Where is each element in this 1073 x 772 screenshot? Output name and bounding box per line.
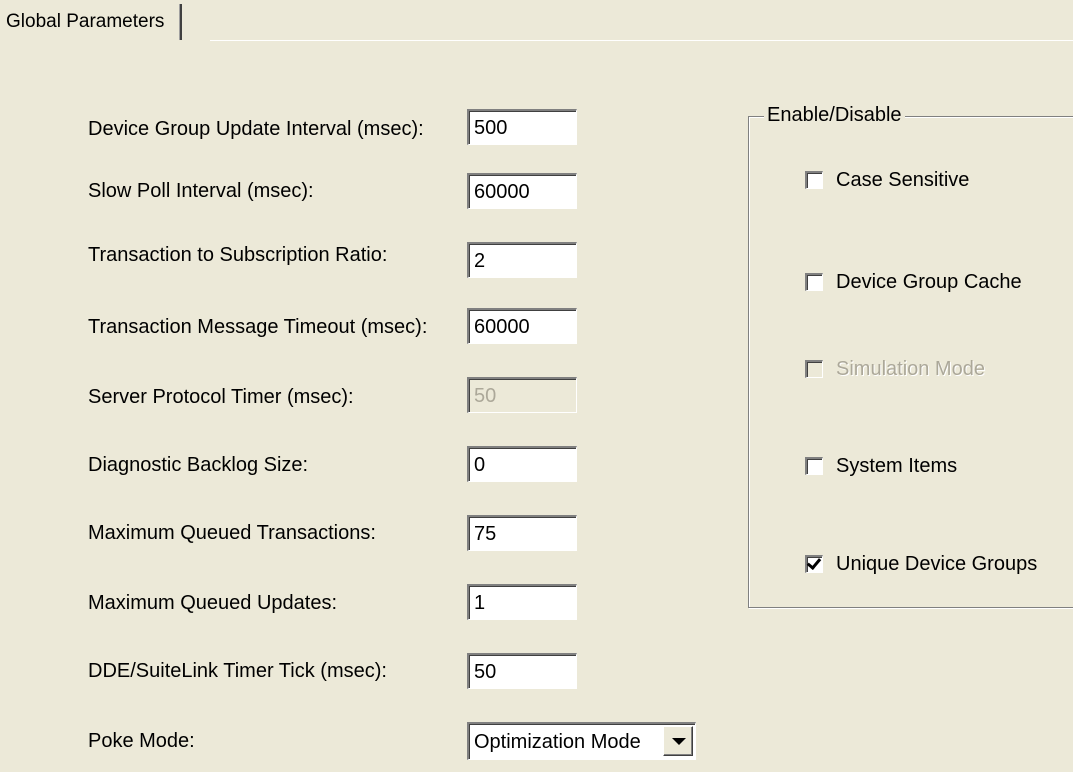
chevron-down-icon xyxy=(672,738,686,745)
maximum-queued-updates-label: Maximum Queued Updates: xyxy=(88,592,338,614)
maximum-queued-transactions-input[interactable]: 75 xyxy=(467,515,577,551)
checkmark-icon xyxy=(806,554,822,571)
simulation-mode-checkbox xyxy=(805,360,823,378)
simulation-mode-option: Simulation Mode xyxy=(805,356,985,382)
maximum-queued-updates-input[interactable]: 1 xyxy=(467,584,577,620)
device-group-update-interval-input[interactable]: 500 xyxy=(467,109,577,145)
global-parameters-page: Global Parameters Device Group Update In… xyxy=(0,0,1073,772)
case-sensitive-option[interactable]: Case Sensitive xyxy=(805,167,969,193)
unique-device-groups-option[interactable]: Unique Device Groups xyxy=(805,551,1037,577)
device-group-cache-checkbox[interactable] xyxy=(805,273,823,291)
transaction-message-timeout-label: Transaction Message Timeout (msec): xyxy=(88,316,428,338)
diagnostic-backlog-size-label: Diagnostic Backlog Size: xyxy=(88,454,309,476)
transaction-message-timeout-input[interactable]: 60000 xyxy=(467,308,577,344)
system-items-label: System Items xyxy=(836,454,958,477)
slow-poll-interval-input[interactable]: 60000 xyxy=(467,173,577,209)
unique-device-groups-checkbox[interactable] xyxy=(805,554,823,573)
poke-mode-label: Poke Mode: xyxy=(88,730,195,752)
transaction-subscription-ratio-label: Transaction to Subscription Ratio: xyxy=(88,244,388,266)
simulation-mode-label: Simulation Mode xyxy=(836,357,985,380)
device-group-update-interval-label: Device Group Update Interval (msec): xyxy=(88,118,424,140)
device-group-cache-label: Device Group Cache xyxy=(836,270,1022,293)
device-group-cache-option[interactable]: Device Group Cache xyxy=(805,269,1022,295)
system-items-checkbox[interactable] xyxy=(805,457,823,475)
case-sensitive-checkbox[interactable] xyxy=(805,171,823,189)
server-protocol-timer-label: Server Protocol Timer (msec): xyxy=(88,386,354,408)
poke-mode-selected-value: Optimization Mode xyxy=(474,731,641,753)
dropdown-button[interactable] xyxy=(663,726,693,756)
dde-suitelink-timer-tick-input[interactable]: 50 xyxy=(467,653,577,689)
slow-poll-interval-label: Slow Poll Interval (msec): xyxy=(88,180,314,202)
system-items-option[interactable]: System Items xyxy=(805,453,957,479)
tab-strip-line xyxy=(210,40,1073,41)
tab-global-parameters[interactable]: Global Parameters xyxy=(0,4,183,40)
unique-device-groups-label: Unique Device Groups xyxy=(836,552,1038,575)
enable-disable-group-title: Enable/Disable xyxy=(764,104,905,127)
diagnostic-backlog-size-input[interactable]: 0 xyxy=(467,446,577,482)
dde-suitelink-timer-tick-label: DDE/SuiteLink Timer Tick (msec): xyxy=(88,660,387,682)
case-sensitive-label: Case Sensitive xyxy=(836,168,970,191)
poke-mode-select[interactable]: Optimization Mode xyxy=(467,722,696,760)
maximum-queued-transactions-label: Maximum Queued Transactions: xyxy=(88,522,376,544)
transaction-subscription-ratio-input[interactable]: 2 xyxy=(467,242,577,278)
server-protocol-timer-input: 50 xyxy=(467,377,577,413)
